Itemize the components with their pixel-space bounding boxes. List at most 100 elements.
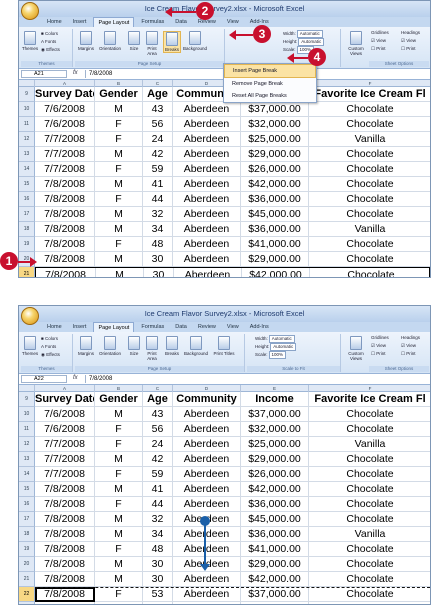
table-cell[interactable]: $42,000.00: [241, 482, 309, 497]
table-cell[interactable]: $36,000.00: [241, 527, 309, 542]
table-cell[interactable]: F: [95, 587, 143, 602]
column-header-e[interactable]: E: [241, 385, 309, 392]
table-cell[interactable]: Chocolate: [309, 177, 430, 192]
column-title[interactable]: Gender: [95, 392, 143, 407]
print-titles-button[interactable]: Print Titles: [213, 336, 235, 356]
column-title[interactable]: Gender: [95, 87, 143, 102]
orientation-button[interactable]: Orientation: [97, 31, 123, 51]
column-title[interactable]: Community: [173, 392, 241, 407]
effects-button[interactable]: ◉ Effects: [41, 352, 60, 358]
table-cell[interactable]: $45,000.00: [241, 512, 309, 527]
column-header-f[interactable]: F: [309, 80, 430, 87]
row-header[interactable]: 20: [19, 557, 35, 572]
table-cell[interactable]: 34: [143, 527, 173, 542]
table-cell[interactable]: Chocolate: [309, 467, 430, 482]
headings-view-checkbox[interactable]: ☑ View: [401, 38, 416, 44]
tab-formulas[interactable]: Formulas: [137, 322, 168, 332]
row-header[interactable]: 9: [19, 87, 35, 102]
table-cell[interactable]: 7/8/2008: [35, 192, 95, 207]
table-cell[interactable]: M: [95, 557, 143, 572]
table-cell[interactable]: $29,000.00: [241, 557, 309, 572]
row-header[interactable]: 12: [19, 132, 35, 147]
tab-home[interactable]: Home: [43, 17, 66, 27]
table-cell[interactable]: $29,000.00: [241, 252, 309, 267]
table-cell[interactable]: 43: [143, 102, 173, 117]
table-cell[interactable]: Aberdeen: [173, 467, 241, 482]
table-cell[interactable]: Aberdeen: [173, 452, 241, 467]
table-cell[interactable]: Chocolate: [309, 422, 430, 437]
table-cell[interactable]: M: [96, 268, 144, 277]
tab-review[interactable]: Review: [194, 322, 220, 332]
table-cell[interactable]: 48: [143, 542, 173, 557]
height-select[interactable]: Automatic: [270, 343, 297, 351]
row-header[interactable]: 18: [19, 527, 35, 542]
table-cell[interactable]: $36,000.00: [241, 497, 309, 512]
table-cell[interactable]: F: [95, 162, 143, 177]
table-cell[interactable]: 7/8/2008: [35, 482, 95, 497]
table-cell[interactable]: 7/8/2008: [35, 207, 95, 222]
insert-page-break-item[interactable]: Insert Page Break: [224, 64, 316, 78]
table-cell[interactable]: 59: [143, 162, 173, 177]
row-header[interactable]: 21: [19, 572, 35, 587]
table-cell[interactable]: Aberdeen: [173, 177, 241, 192]
gridlines-print-checkbox[interactable]: ☐ Print: [371, 351, 386, 357]
table-cell[interactable]: 56: [143, 422, 173, 437]
table-cell[interactable]: M: [95, 452, 143, 467]
table-cell[interactable]: $45,000.00: [241, 207, 309, 222]
table-cell[interactable]: $37,000.00: [241, 407, 309, 422]
table-cell[interactable]: Chocolate: [309, 252, 430, 267]
table-cell[interactable]: Aberdeen: [173, 147, 241, 162]
table-cell[interactable]: Chocolate: [309, 192, 430, 207]
table-cell[interactable]: $42,000.00: [241, 177, 309, 192]
table-cell[interactable]: F: [95, 192, 143, 207]
row-header[interactable]: 14: [19, 162, 35, 177]
table-cell[interactable]: Chocolate: [309, 512, 430, 527]
table-cell[interactable]: $36,000.00: [241, 222, 309, 237]
colors-button[interactable]: ■ Colors: [41, 31, 58, 37]
table-cell[interactable]: F: [95, 422, 143, 437]
themes-button[interactable]: Themes: [21, 336, 39, 356]
table-cell[interactable]: 7/6/2008: [35, 102, 95, 117]
table-cell[interactable]: $41,000.00: [241, 542, 309, 557]
table-cell[interactable]: 7/7/2008: [35, 467, 95, 482]
table-cell[interactable]: 56: [143, 117, 173, 132]
gridlines-view-checkbox[interactable]: ☑ View: [371, 38, 386, 44]
column-title[interactable]: Survey Date: [35, 392, 95, 407]
column-header-a[interactable]: A: [35, 80, 95, 87]
table-cell[interactable]: Chocolate: [309, 147, 430, 162]
reset-page-breaks-item[interactable]: Reset All Page Breaks: [224, 90, 316, 102]
table-cell[interactable]: M: [95, 482, 143, 497]
table-cell[interactable]: $25,000.00: [241, 437, 309, 452]
table-cell[interactable]: 30: [143, 557, 173, 572]
row-header[interactable]: 12: [19, 437, 35, 452]
table-cell[interactable]: 32: [143, 207, 173, 222]
height-select[interactable]: Automatic: [298, 38, 325, 46]
table-cell[interactable]: $36,000.00: [241, 192, 309, 207]
table-cell[interactable]: 7/7/2008: [35, 437, 95, 452]
table-cell[interactable]: Aberdeen: [173, 207, 241, 222]
breaks-button[interactable]: Breaks: [163, 336, 181, 356]
headings-view-checkbox[interactable]: ☑ View: [401, 343, 416, 349]
table-cell[interactable]: M: [95, 222, 143, 237]
table-cell[interactable]: $42,000.00: [242, 268, 310, 277]
table-cell[interactable]: 7/7/2008: [35, 132, 95, 147]
fx-icon[interactable]: fx: [73, 70, 78, 76]
table-cell[interactable]: 34: [143, 222, 173, 237]
size-button[interactable]: Size: [125, 336, 143, 356]
table-cell[interactable]: Chocolate: [309, 557, 430, 572]
column-header-c[interactable]: C: [143, 385, 173, 392]
column-title[interactable]: Age: [143, 392, 173, 407]
table-cell[interactable]: 7/6/2008: [35, 117, 95, 132]
table-cell[interactable]: 7/8/2008: [35, 222, 95, 237]
row-header[interactable]: 13: [19, 147, 35, 162]
row-header[interactable]: 22: [19, 587, 35, 602]
select-all-corner[interactable]: [19, 80, 35, 87]
row-header[interactable]: 16: [19, 497, 35, 512]
table-cell[interactable]: Chocolate: [309, 407, 430, 422]
print-area-button[interactable]: Print Area: [143, 336, 161, 361]
table-cell[interactable]: 42: [143, 452, 173, 467]
table-cell[interactable]: Aberdeen: [173, 222, 241, 237]
table-cell[interactable]: Chocolate: [309, 207, 430, 222]
width-control[interactable]: Width: Automatic: [255, 335, 295, 343]
table-cell[interactable]: 41: [143, 482, 173, 497]
